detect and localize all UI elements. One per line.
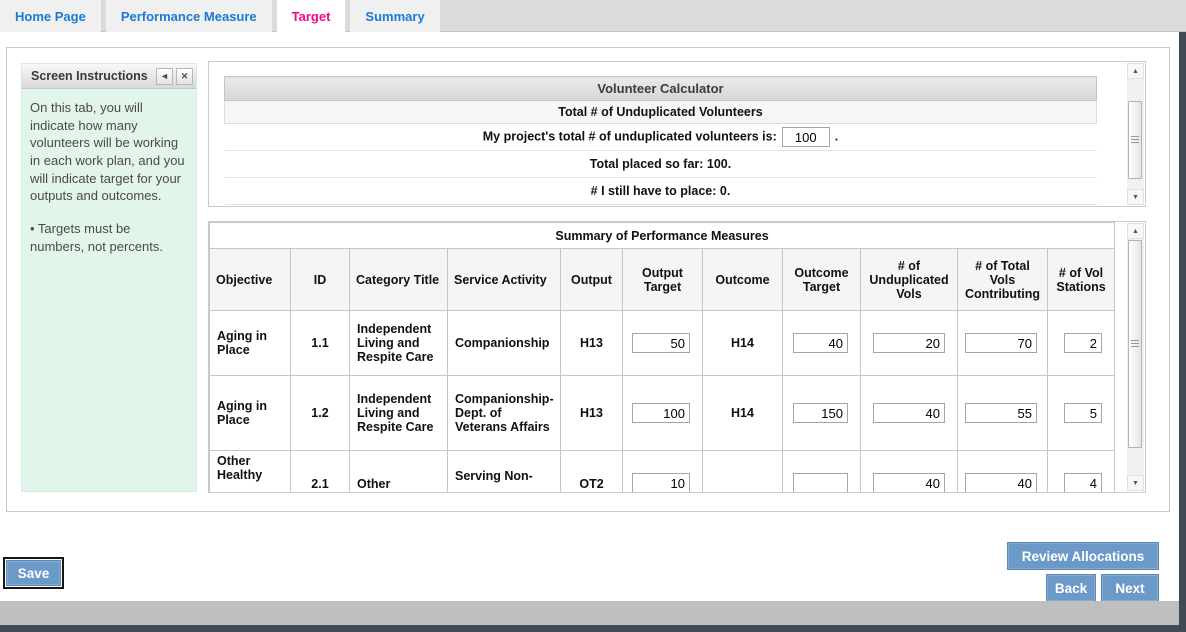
next-button[interactable]: Next	[1101, 574, 1159, 602]
service-activity-cell: Companionship	[448, 311, 561, 376]
col-objective: Objective	[210, 249, 291, 311]
col-vol-stations: # of Vol Stations	[1048, 249, 1115, 311]
volunteer-calculator-title: Volunteer Calculator	[225, 77, 1097, 101]
volunteer-calculator-table: Volunteer Calculator Total # of Unduplic…	[224, 76, 1097, 205]
performance-measures-title: Summary of Performance Measures	[210, 223, 1115, 249]
table-header-row: Objective ID Category Title Service Acti…	[210, 249, 1115, 311]
col-total-vols-contributing: # of Total Vols Contributing	[958, 249, 1048, 311]
tab-home-page[interactable]: Home Page	[0, 0, 101, 32]
scroll-up-arrow-icon[interactable]: ▲	[1127, 63, 1144, 79]
outcome-target-input[interactable]	[793, 333, 848, 353]
left-arrow-icon: ◄	[160, 71, 169, 81]
screen-instructions-body: On this tab, you will indicate how many …	[22, 89, 196, 265]
outcome-cell: H14	[703, 376, 783, 451]
id-cell: 2.1	[291, 451, 350, 493]
total-volunteers-label: My project's total # of unduplicated vol…	[483, 129, 777, 143]
unduplicated-vols-input[interactable]	[873, 333, 945, 353]
scroll-up-arrow-icon[interactable]: ▲	[1127, 223, 1144, 239]
window-right-edge	[1179, 32, 1186, 632]
total-volunteers-input[interactable]	[782, 127, 830, 147]
tab-performance-measure[interactable]: Performance Measure	[106, 0, 272, 32]
calculator-scrollbar[interactable]: ▲ ▼	[1127, 63, 1144, 205]
outcome-target-input[interactable]	[793, 403, 848, 423]
window-bottom-edge	[0, 625, 1186, 632]
save-button[interactable]: Save	[6, 560, 61, 586]
category-title-cell: Other	[350, 451, 448, 493]
vol-stations-input[interactable]	[1064, 333, 1102, 353]
outcome-target-input[interactable]	[793, 473, 848, 492]
save-button-focus-ring: Save	[3, 557, 64, 589]
objective-cell: Aging in Place	[210, 376, 291, 451]
main-content-panel: Screen Instructions ◄ ✕ On this tab, you…	[6, 47, 1170, 512]
total-placed-text: Total placed so far: 100.	[225, 151, 1097, 178]
service-activity-cell: Serving Non-	[448, 451, 561, 493]
category-title-cell: Independent Living and Respite Care	[350, 376, 448, 451]
total-vols-input[interactable]	[965, 333, 1037, 353]
service-activity-cell: Companionship-Dept. of Veterans Affairs	[448, 376, 561, 451]
objective-cell: Aging in Place	[210, 311, 291, 376]
scroll-down-arrow-icon[interactable]: ▼	[1127, 475, 1144, 491]
calculator-total-row: My project's total # of unduplicated vol…	[225, 124, 1097, 151]
outcome-cell: H14	[703, 311, 783, 376]
close-icon: ✕	[181, 71, 189, 82]
volunteer-calculator-section: Volunteer Calculator Total # of Unduplic…	[208, 61, 1146, 207]
total-vols-input[interactable]	[965, 473, 1037, 492]
output-cell: OT2	[561, 451, 623, 493]
table-scrollbar[interactable]: ▲ ▼	[1127, 223, 1144, 491]
screen-instructions-title: Screen Instructions	[31, 69, 148, 83]
scrollbar-grip-icon	[1131, 136, 1139, 144]
col-id: ID	[291, 249, 350, 311]
table-scrollbar-thumb[interactable]	[1128, 240, 1142, 448]
col-outcome: Outcome	[703, 249, 783, 311]
table-row: Other Healthy 2.1 Other Serving Non- OT2	[210, 451, 1115, 493]
col-outcome-target: Outcome Target	[783, 249, 861, 311]
table-row: Aging in Place 1.2 Independent Living an…	[210, 376, 1115, 451]
calculator-scrollbar-thumb[interactable]	[1128, 101, 1142, 179]
instructions-prev-button[interactable]: ◄	[156, 68, 173, 85]
col-service-activity: Service Activity	[448, 249, 561, 311]
output-target-input[interactable]	[632, 473, 690, 492]
objective-cell: Other Healthy	[210, 451, 291, 493]
tab-summary[interactable]: Summary	[350, 0, 439, 32]
category-title-cell: Independent Living and Respite Care	[350, 311, 448, 376]
output-cell: H13	[561, 376, 623, 451]
col-output-target: Output Target	[623, 249, 703, 311]
unduplicated-vols-input[interactable]	[873, 403, 945, 423]
performance-measures-viewport: Summary of Performance Measures Objectiv…	[209, 222, 1115, 492]
calculator-subtitle: Total # of Unduplicated Volunteers	[225, 101, 1097, 124]
id-cell: 1.2	[291, 376, 350, 451]
col-unduplicated-vols: # of Unduplicated Vols	[861, 249, 958, 311]
col-category-title: Category Title	[350, 249, 448, 311]
back-button[interactable]: Back	[1046, 574, 1096, 602]
id-cell: 1.1	[291, 311, 350, 376]
review-allocations-button[interactable]: Review Allocations	[1007, 542, 1159, 570]
instructions-close-button[interactable]: ✕	[176, 68, 193, 85]
col-output: Output	[561, 249, 623, 311]
table-row: Aging in Place 1.1 Independent Living an…	[210, 311, 1115, 376]
total-volunteers-suffix: .	[835, 129, 838, 143]
footer-bar	[0, 601, 1179, 625]
output-target-input[interactable]	[632, 403, 690, 423]
tab-target[interactable]: Target	[277, 0, 346, 32]
scroll-down-arrow-icon[interactable]: ▼	[1127, 189, 1144, 205]
scrollbar-grip-icon	[1131, 340, 1139, 348]
performance-measures-section: Summary of Performance Measures Objectiv…	[208, 221, 1146, 493]
unduplicated-vols-input[interactable]	[873, 473, 945, 492]
performance-measures-table: Summary of Performance Measures Objectiv…	[209, 222, 1115, 492]
output-cell: H13	[561, 311, 623, 376]
output-target-input[interactable]	[632, 333, 690, 353]
screen-instructions-panel: Screen Instructions ◄ ✕ On this tab, you…	[21, 63, 197, 492]
outcome-cell	[703, 451, 783, 493]
instructions-paragraph: On this tab, you will indicate how many …	[30, 99, 188, 205]
total-vols-input[interactable]	[965, 403, 1037, 423]
vol-stations-input[interactable]	[1064, 473, 1102, 492]
tab-strip: Home Page Performance Measure Target Sum…	[0, 0, 1186, 32]
still-to-place-text: # I still have to place: 0.	[225, 178, 1097, 205]
screen-instructions-header: Screen Instructions ◄ ✕	[22, 64, 196, 89]
vol-stations-input[interactable]	[1064, 403, 1102, 423]
instructions-note: • Targets must be numbers, not percents.	[30, 220, 188, 255]
